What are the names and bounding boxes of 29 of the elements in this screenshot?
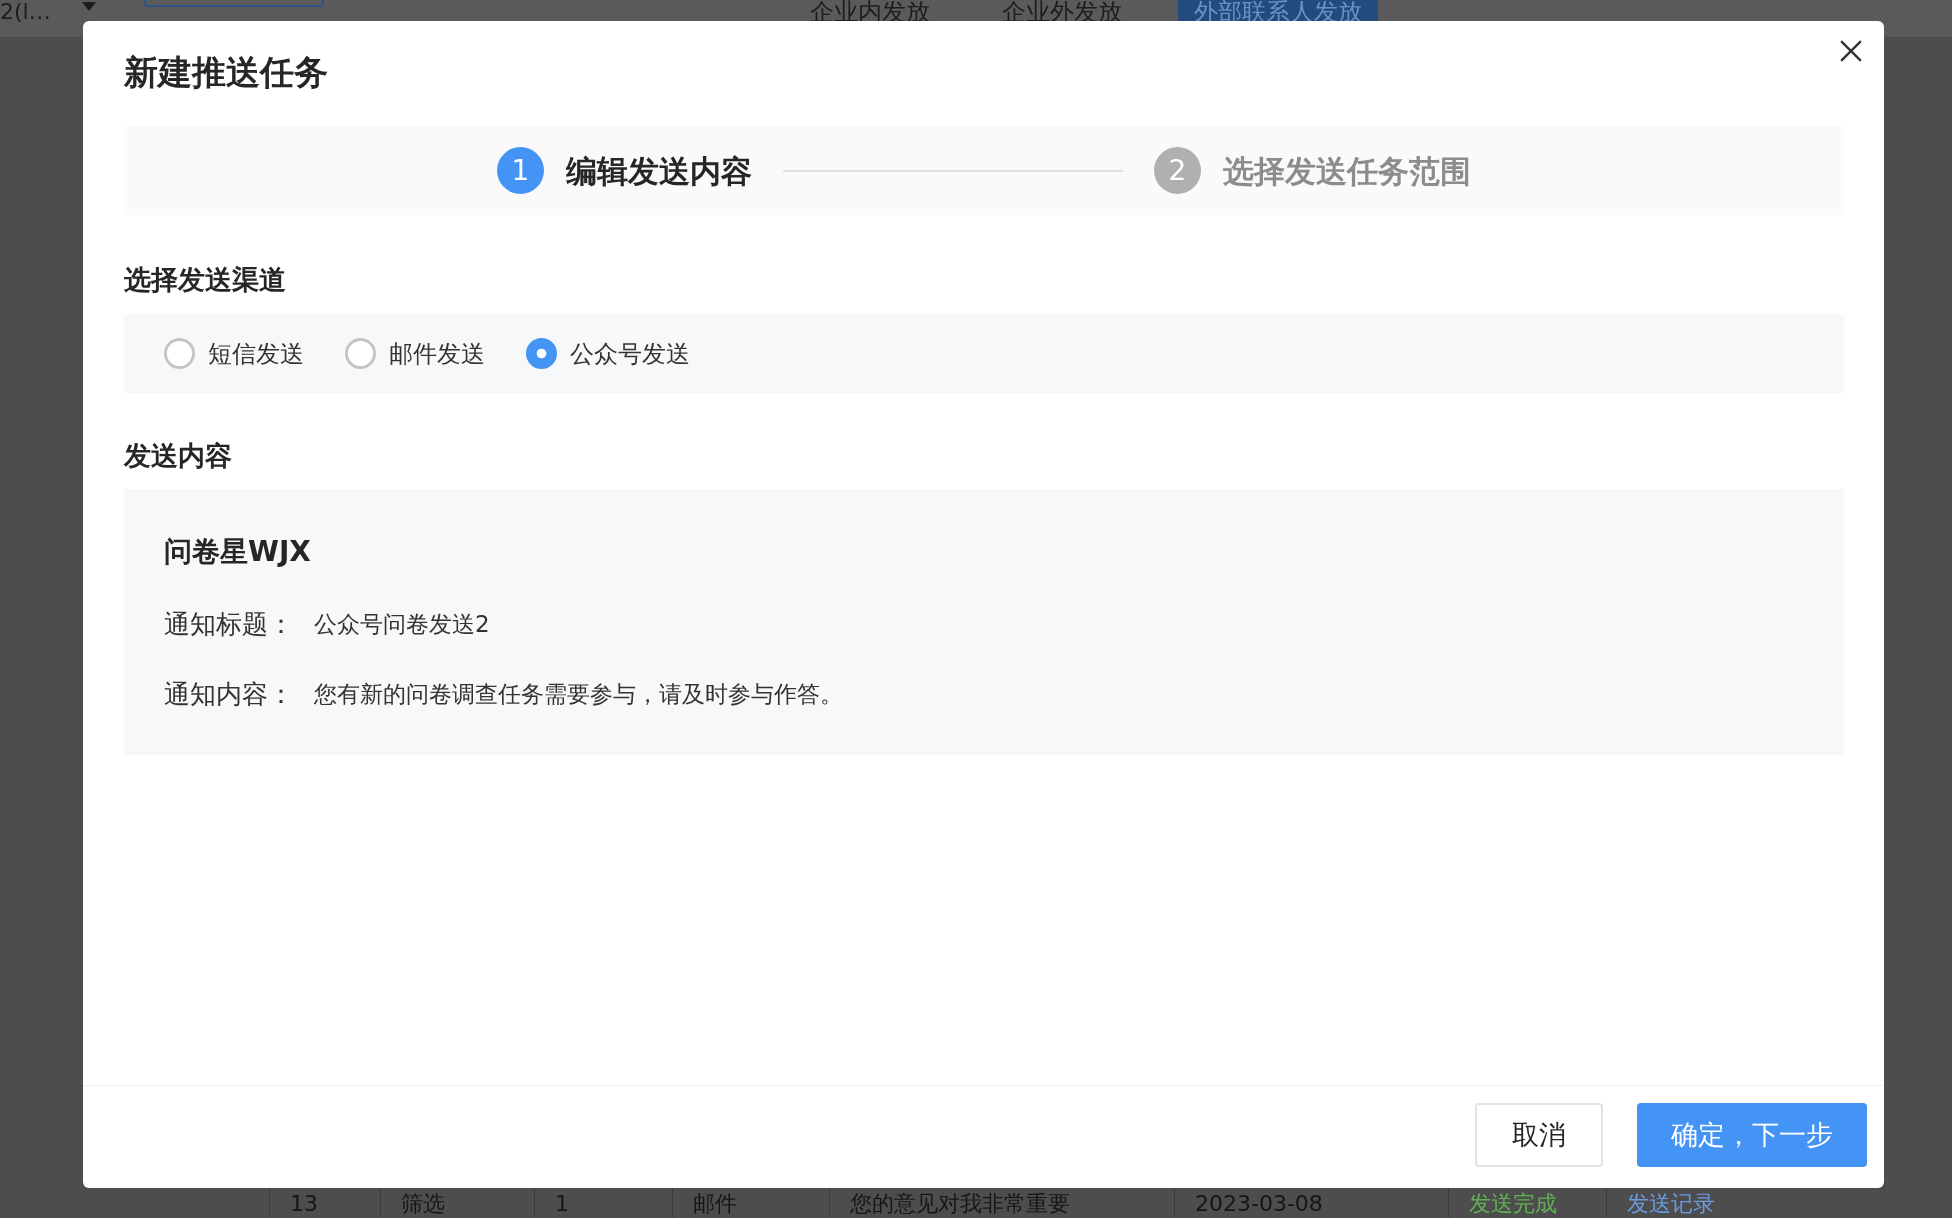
caret-icon[interactable] <box>82 2 96 11</box>
table-cell: 筛选 <box>401 1191 445 1216</box>
next-button[interactable]: 确定，下一步 <box>1637 1103 1867 1167</box>
radio-icon[interactable] <box>526 338 557 369</box>
select-field[interactable] <box>144 0 324 7</box>
radio-icon[interactable] <box>164 338 195 369</box>
close-icon[interactable] <box>1840 40 1862 62</box>
dialog-title: 新建推送任务 <box>124 52 328 92</box>
field-value: 您有新的问卷调查任务需要参与，请及时参与作答。 <box>314 680 843 709</box>
table-cell: 2023-03-08 <box>1195 1191 1323 1216</box>
field-value: 公众号问卷发送2 <box>314 610 490 639</box>
step-number: 1 <box>497 147 544 194</box>
status-text: 发送完成 <box>1469 1191 1557 1216</box>
field-label: 通知标题： <box>164 608 294 640</box>
step-number: 2 <box>1154 147 1201 194</box>
cancel-button[interactable]: 取消 <box>1475 1103 1603 1167</box>
section-heading: 选择发送渠道 <box>124 263 286 297</box>
table-cell: 邮件 <box>693 1191 737 1216</box>
step-label: 选择发送任务范围 <box>1223 151 1471 191</box>
select-value: 2(l… <box>0 0 52 24</box>
radio-option[interactable]: 短信发送 <box>164 338 304 369</box>
step-label: 编辑发送内容 <box>566 151 752 191</box>
field-label: 通知内容： <box>164 678 294 710</box>
radio-icon[interactable] <box>345 338 376 369</box>
account-name: 问卷星WJX <box>164 534 311 570</box>
section-heading: 发送内容 <box>124 439 232 473</box>
link[interactable]: 发送记录 <box>1627 1191 1715 1216</box>
radio-option[interactable]: 邮件发送 <box>345 338 485 369</box>
radio-option[interactable]: 公众号发送 <box>526 338 690 369</box>
